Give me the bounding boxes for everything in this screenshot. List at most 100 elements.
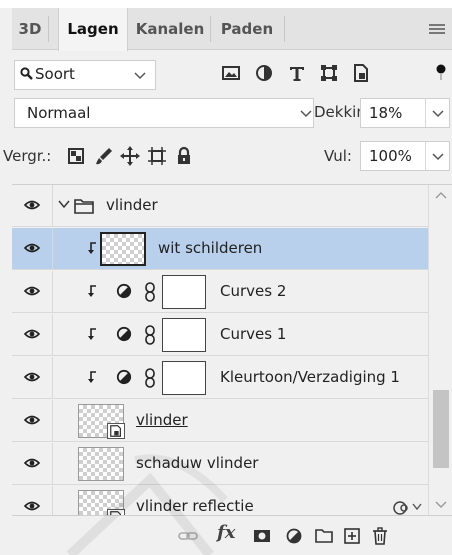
layer-thumbnail[interactable] <box>78 447 124 481</box>
layer-mask-thumbnail[interactable] <box>162 361 206 395</box>
chevron-down-icon[interactable] <box>431 109 445 119</box>
field-divider <box>425 99 426 127</box>
layer-row-kleurtoon-verzadiging-1[interactable]: Kleurtoon/Verzadiging 1 <box>12 357 428 399</box>
lock-artboard-icon[interactable] <box>147 146 167 166</box>
link-chain-icon[interactable] <box>144 325 156 345</box>
chevron-down-icon <box>134 72 146 80</box>
layer-name: Kleurtoon/Verzadiging 1 <box>220 368 400 386</box>
new-layer-icon[interactable] <box>342 526 362 546</box>
fill-value[interactable]: 100% <box>369 147 412 165</box>
chevron-down-icon[interactable] <box>412 503 422 511</box>
layer-row-group-vlinder[interactable]: vlinder <box>12 185 428 227</box>
layer-mask-thumbnail[interactable] <box>162 318 206 352</box>
layer-row-schaduw-vlinder[interactable]: schaduw vlinder <box>12 443 428 485</box>
layer-filter-select[interactable]: Soort <box>14 60 156 90</box>
fill-label: Vul: <box>324 147 352 165</box>
visibility-column-divider <box>52 486 53 515</box>
pixel-layer-filter-icon[interactable] <box>220 62 242 84</box>
layer-style-fx-icon[interactable]: fx <box>217 522 235 543</box>
opacity-value[interactable]: 18% <box>369 104 402 122</box>
delete-layer-icon[interactable] <box>370 526 390 546</box>
link-layers-icon[interactable] <box>178 526 198 546</box>
layer-row-curves-1[interactable]: Curves 1 <box>12 314 428 356</box>
filter-toggle-switch[interactable] <box>436 64 446 80</box>
link-chain-icon[interactable] <box>144 368 156 388</box>
tab-separator <box>210 16 211 42</box>
layers-scrollbar[interactable] <box>428 185 452 515</box>
layer-thumbnail[interactable] <box>78 490 125 515</box>
folder-icon <box>74 199 94 214</box>
blend-mode-value: Normaal <box>27 104 91 122</box>
new-adjustment-layer-icon[interactable] <box>284 526 304 546</box>
clipping-mask-arrow-icon <box>88 371 96 383</box>
visibility-column-divider <box>52 443 53 485</box>
panel-tab-bar: 3D Lagen Kanalen Paden <box>12 8 452 51</box>
field-divider <box>425 142 426 170</box>
scrollbar-thumb[interactable] <box>433 390 449 468</box>
shape-layer-filter-icon[interactable] <box>318 62 340 84</box>
lock-position-icon[interactable] <box>120 146 140 166</box>
visibility-column-divider <box>52 185 53 227</box>
layer-name: vlinder reflectie <box>136 497 254 515</box>
type-layer-filter-icon[interactable] <box>286 62 308 84</box>
panel-menu-icon[interactable] <box>429 24 445 34</box>
layer-name: Curves 1 <box>220 325 287 343</box>
add-mask-icon[interactable] <box>252 526 272 546</box>
visibility-column-divider <box>52 228 53 270</box>
scroll-up-arrow-icon[interactable] <box>435 191 447 199</box>
layer-name: schaduw vlinder <box>136 454 259 472</box>
adjustment-layer-icon <box>116 326 132 342</box>
layer-name: wit schilderen <box>158 239 263 257</box>
scroll-down-arrow-icon[interactable] <box>435 501 447 509</box>
layers-bottom-toolbar: fx <box>12 515 452 555</box>
layers-panel: 3D Lagen Kanalen Paden Soort Normaal Dek… <box>0 0 452 555</box>
blend-mode-select[interactable]: Normaal <box>14 98 314 128</box>
eye-icon[interactable] <box>24 457 40 469</box>
visibility-column-divider <box>52 400 53 442</box>
layer-thumbnail[interactable] <box>100 232 146 266</box>
smart-object-badge-icon <box>107 423 125 439</box>
layer-effects-icon[interactable] <box>392 499 410 515</box>
tab-3d[interactable]: 3D <box>12 8 48 50</box>
layer-thumbnail[interactable] <box>78 404 125 439</box>
top-strip <box>0 0 452 8</box>
layer-row-vlinder[interactable]: vlinder <box>12 400 428 442</box>
lock-image-pixels-icon[interactable] <box>94 146 114 166</box>
eye-icon[interactable] <box>24 371 40 383</box>
layer-mask-thumbnail[interactable] <box>162 275 206 309</box>
lock-all-icon[interactable] <box>174 146 194 166</box>
layers-list: vlinder wit schilderen Curves 2 Curves 1… <box>12 185 428 515</box>
opacity-field[interactable]: 18% <box>360 98 450 128</box>
tab-paden[interactable]: Paden <box>212 8 282 50</box>
visibility-column-divider <box>52 271 53 313</box>
smart-object-filter-icon[interactable] <box>350 62 372 84</box>
eye-icon[interactable] <box>24 414 40 426</box>
layer-row-curves-2[interactable]: Curves 2 <box>12 271 428 313</box>
adjustment-layer-filter-icon[interactable] <box>253 62 275 84</box>
link-chain-icon[interactable] <box>144 282 156 302</box>
fill-field[interactable]: 100% <box>360 141 450 171</box>
lock-transparent-pixels-icon[interactable] <box>66 146 86 166</box>
adjustment-layer-icon <box>116 369 132 385</box>
tab-separator <box>284 16 285 42</box>
chevron-down-icon[interactable] <box>58 200 70 209</box>
tab-kanalen[interactable]: Kanalen <box>130 8 210 50</box>
layer-name: vlinder <box>106 196 158 214</box>
tab-separator <box>48 16 49 42</box>
lock-label: Vergr.: <box>3 147 52 165</box>
layer-row-vlinder-reflectie[interactable]: vlinder reflectie <box>12 486 428 515</box>
clipping-mask-arrow-icon <box>88 285 96 297</box>
chevron-down-icon <box>300 110 312 118</box>
eye-icon[interactable] <box>24 285 40 297</box>
layer-name: vlinder <box>136 411 188 429</box>
new-group-icon[interactable] <box>314 526 334 546</box>
eye-icon[interactable] <box>24 500 40 512</box>
tab-lagen[interactable]: Lagen <box>58 8 128 51</box>
clipping-mask-arrow-icon <box>88 328 96 340</box>
layer-row-wit-schilderen[interactable]: wit schilderen <box>12 228 428 270</box>
eye-icon[interactable] <box>24 242 40 254</box>
eye-icon[interactable] <box>24 328 40 340</box>
chevron-down-icon[interactable] <box>431 152 445 162</box>
visibility-column-divider <box>52 314 53 356</box>
eye-icon[interactable] <box>24 199 40 211</box>
